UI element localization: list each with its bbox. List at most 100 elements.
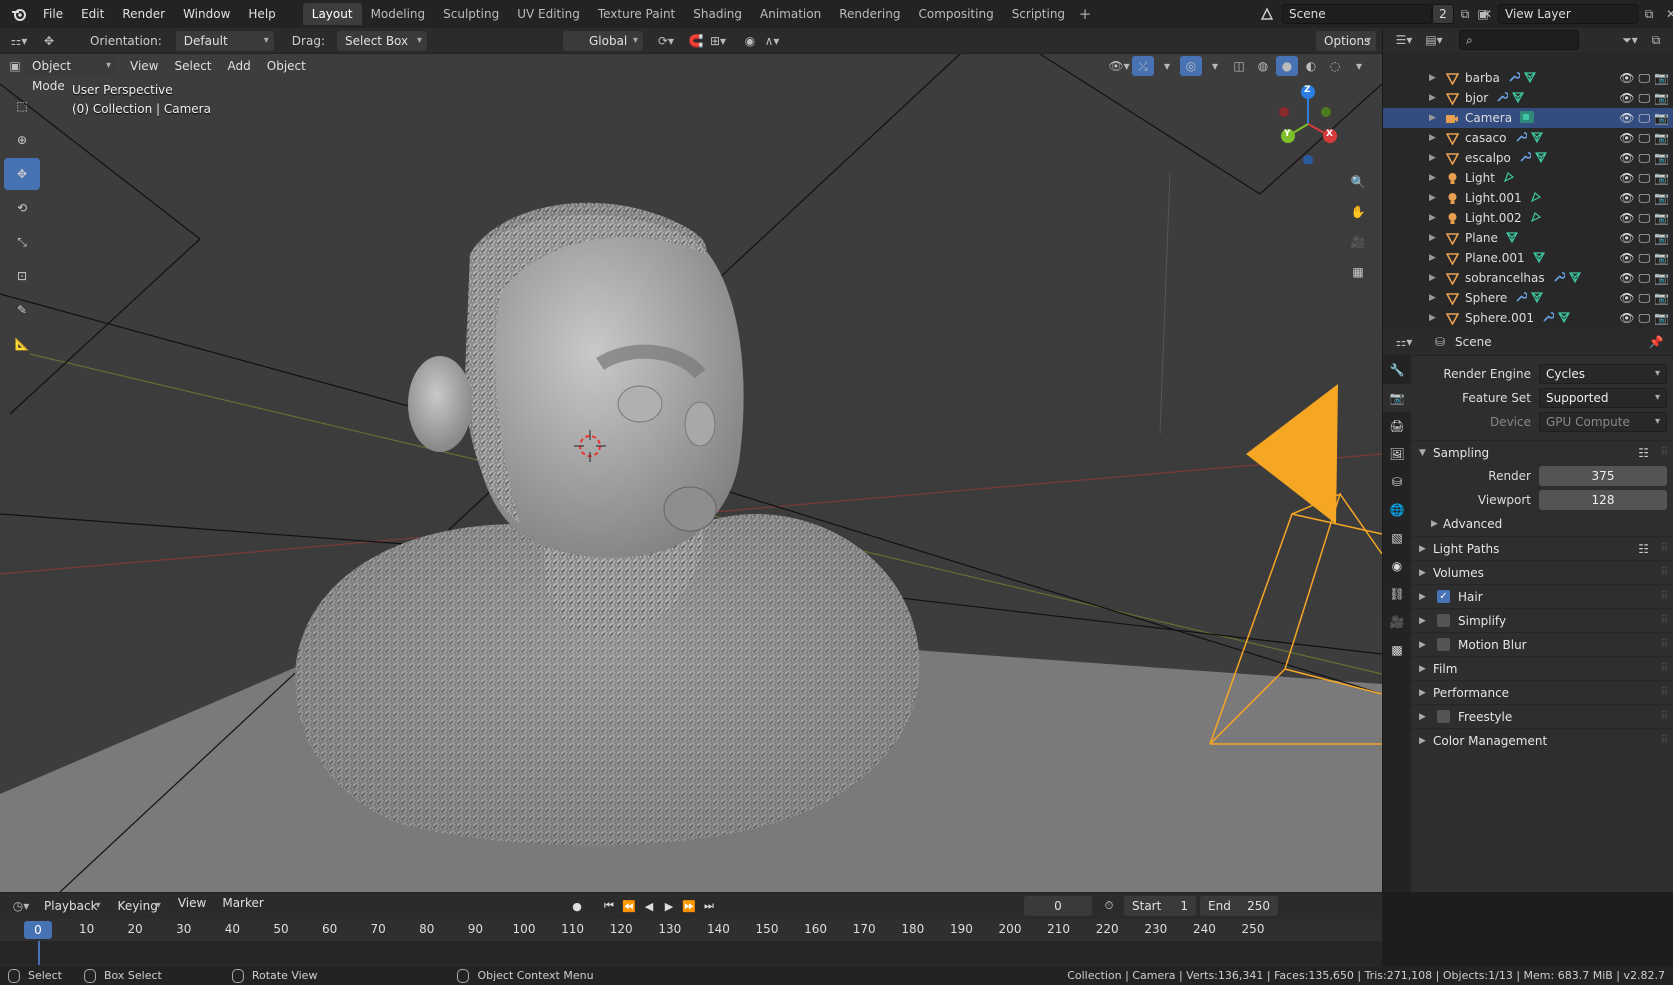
expand-arrow-icon[interactable]: ▶ (1429, 193, 1443, 203)
rendered-shading-icon[interactable]: ◌ (1324, 56, 1346, 76)
drag-dropdown[interactable]: Select Box (336, 30, 427, 51)
monitor-icon[interactable]: 🖵 (1638, 111, 1650, 126)
viewport-menu-select[interactable]: Select (166, 56, 219, 76)
outliner-item-barba[interactable]: ▶ barba 👁 🖵 📷 (1383, 68, 1673, 88)
render-camera-icon[interactable]: 📷 (1654, 131, 1669, 146)
panel-light-paths[interactable]: ▶ Light Paths ☷ ⠿ (1411, 536, 1673, 560)
display-mode-icon[interactable]: ▤▾ (1419, 30, 1449, 50)
expand-arrow-icon[interactable]: ▶ (1429, 313, 1443, 323)
expand-arrow-icon[interactable]: ▶ (1429, 113, 1443, 123)
timeline-menu-keying[interactable]: Keying (110, 896, 166, 916)
drag-grip-icon[interactable]: ⠿ (1661, 735, 1668, 746)
timeline-menu-playback[interactable]: Playback (36, 896, 106, 916)
tool-tab-icon[interactable]: 🔧 (1383, 356, 1411, 384)
measure-tool-icon[interactable]: 📐 (4, 328, 40, 360)
feature-set-dropdown[interactable]: Supported (1539, 388, 1667, 408)
render-camera-icon[interactable]: 📷 (1654, 91, 1669, 106)
drag-grip-icon[interactable]: ⠿ (1661, 711, 1668, 722)
expand-arrow-icon[interactable]: ▶ (1429, 273, 1443, 283)
outliner-item-camera[interactable]: ▶ Camera 👁 🖵 📷 (1383, 108, 1673, 128)
panel-volumes[interactable]: ▶ Volumes ⠿ (1411, 560, 1673, 584)
expand-arrow-icon[interactable]: ▶ (1429, 293, 1443, 303)
object-data-tab-icon[interactable]: 🎥 (1383, 608, 1411, 636)
workspace-tab-modeling[interactable]: Modeling (362, 3, 435, 25)
select-box-tool-icon[interactable]: ⬚ (4, 90, 40, 122)
scene-name-field[interactable]: Scene (1282, 4, 1432, 24)
eye-icon[interactable]: 👁 (1619, 151, 1634, 166)
monitor-icon[interactable]: 🖵 (1638, 211, 1650, 226)
panel-freestyle[interactable]: ▶ Freestyle ⠿ (1411, 704, 1673, 728)
proportional-falloff-icon[interactable]: ∧▾ (761, 31, 783, 51)
workspace-tab-sculpting[interactable]: Sculpting (434, 3, 508, 25)
drag-grip-icon[interactable]: ⠿ (1661, 687, 1668, 698)
zoom-icon[interactable]: 🔍 (1344, 168, 1372, 196)
expand-arrow-icon[interactable]: ▶ (1429, 153, 1443, 163)
expand-arrow-icon[interactable]: ▶ (1429, 213, 1443, 223)
menu-edit[interactable]: Edit (72, 3, 113, 25)
workspace-tab-layout[interactable]: Layout (302, 3, 362, 25)
render-samples-field[interactable]: 375 (1539, 466, 1667, 486)
jump-end-icon[interactable]: ⏭ (700, 896, 718, 916)
camera-view-icon[interactable]: 🎥 (1344, 228, 1372, 256)
mesh-data-icon[interactable] (1505, 231, 1518, 246)
overlays-menu-icon[interactable]: ▾ (1204, 56, 1226, 76)
pan-hand-icon[interactable]: ✋ (1344, 198, 1372, 226)
menu-file[interactable]: File (34, 3, 72, 25)
outliner-item-light[interactable]: ▶ Light 👁 🖵 📷 (1383, 168, 1673, 188)
stopwatch-icon[interactable]: ⏱ (1100, 896, 1118, 916)
outliner-item-bjor[interactable]: ▶ bjor 👁 🖵 📷 (1383, 88, 1673, 108)
proportional-edit-icon[interactable]: ◉ (739, 31, 761, 51)
expand-arrow-icon[interactable]: ▶ (1429, 173, 1443, 183)
render-camera-icon[interactable]: 📷 (1654, 291, 1669, 306)
drag-grip-icon[interactable]: ⠿ (1661, 615, 1668, 626)
expand-arrow-icon[interactable]: ▶ (1429, 73, 1443, 83)
eye-icon[interactable]: 👁 (1619, 291, 1634, 306)
world-tab-icon[interactable]: 🌐 (1383, 496, 1411, 524)
eye-icon[interactable]: 👁 (1619, 71, 1634, 86)
panel-film[interactable]: ▶ Film ⠿ (1411, 656, 1673, 680)
annotate-tool-icon[interactable]: ✎ (4, 294, 40, 326)
rotate-tool-icon[interactable]: ⟲ (4, 192, 40, 224)
filter-icon[interactable]: ⏷▾ (1615, 30, 1645, 50)
eye-icon[interactable]: 👁 (1619, 131, 1634, 146)
editor-type-icon[interactable]: ⚏▾ (4, 31, 34, 51)
workspace-tab-shading[interactable]: Shading (684, 3, 751, 25)
viewport-menu-view[interactable]: View (122, 56, 166, 76)
panel-motion-blur[interactable]: ▶ Motion Blur ⠿ (1411, 632, 1673, 656)
timeline-editor-type-icon[interactable]: ◷▾ (6, 896, 36, 916)
start-frame-field[interactable]: Start 1 (1124, 896, 1196, 916)
snap-target-icon[interactable]: ⊞▾ (707, 31, 729, 51)
expand-arrow-icon[interactable]: ▶ (1429, 93, 1443, 103)
monitor-icon[interactable]: 🖵 (1638, 171, 1650, 186)
monitor-icon[interactable]: 🖵 (1638, 91, 1650, 106)
wrench-icon[interactable] (1515, 291, 1528, 306)
sampling-panel-header[interactable]: ▼ Sampling ☷ ⠿ (1411, 440, 1673, 464)
mesh-data-icon[interactable] (1532, 251, 1545, 266)
timeline-track[interactable] (0, 941, 1382, 965)
monitor-icon[interactable]: 🖵 (1638, 191, 1650, 206)
3d-viewport[interactable]: ▣ Object Mode ViewSelectAddObject 👁▾ ⤯ ▾… (0, 54, 1382, 892)
drag-grip-icon[interactable]: ⠿ (1661, 543, 1668, 554)
blender-logo-icon[interactable] (8, 3, 30, 25)
texture-tab-icon[interactable]: ▩ (1383, 636, 1411, 664)
presets-list-icon[interactable]: ☷ (1638, 542, 1649, 556)
mode-dropdown[interactable]: Object Mode (24, 56, 116, 93)
constraints-tab-icon[interactable]: ⛓ (1383, 580, 1411, 608)
monitor-icon[interactable]: 🖵 (1638, 271, 1650, 286)
render-camera-icon[interactable]: 📷 (1654, 251, 1669, 266)
properties-editor-type-icon[interactable]: ⚏▾ (1389, 332, 1419, 352)
eye-icon[interactable]: 👁 (1619, 91, 1634, 106)
light-data-icon[interactable] (1530, 191, 1542, 206)
eye-icon[interactable]: 👁 (1619, 231, 1634, 246)
record-icon[interactable]: ● (568, 896, 586, 916)
wrench-icon[interactable] (1553, 271, 1566, 286)
render-engine-dropdown[interactable]: Cycles (1539, 364, 1667, 384)
render-camera-icon[interactable]: 📷 (1654, 171, 1669, 186)
visibility-icon[interactable]: 👁▾ (1108, 56, 1130, 76)
expand-arrow-icon[interactable]: ▶ (1429, 133, 1443, 143)
panel-simplify[interactable]: ▶ Simplify ⠿ (1411, 608, 1673, 632)
cursor-tool-icon[interactable]: ⊕ (4, 124, 40, 156)
output-tab-icon[interactable]: 🖨 (1383, 412, 1411, 440)
presets-list-icon[interactable]: ☷ (1638, 446, 1649, 460)
drag-grip-icon[interactable]: ⠿ (1661, 639, 1668, 650)
